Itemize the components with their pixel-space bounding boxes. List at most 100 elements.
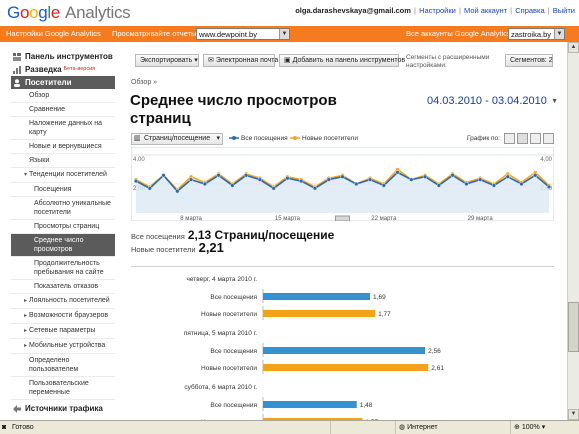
add-icon: ▣ xyxy=(284,57,291,64)
sidebar-dashboard[interactable]: Панель инструментов xyxy=(11,50,115,63)
point-all-visits xyxy=(491,183,497,188)
sidebar-intelligence[interactable]: Разведка Бета-версия xyxy=(11,63,115,76)
graph-by-week-button[interactable] xyxy=(517,133,528,144)
day-date-label: суббота, 6 марта 2010 г. xyxy=(184,383,257,391)
sidebar-items: Обзор Сравнение Наложение данных на карту Н… xyxy=(11,89,115,400)
status-segment xyxy=(330,421,390,434)
chevron-down-icon: ▾ xyxy=(541,424,546,431)
sidebar-item[interactable]: Тенденции посетителей xyxy=(11,168,115,183)
point-all-visits xyxy=(285,176,290,181)
logo-analytics-text: Analytics xyxy=(65,3,131,22)
sidebar-item[interactable]: Показатель отказов xyxy=(11,280,115,294)
scroll-up-button[interactable]: ▲ xyxy=(568,42,579,53)
chart-resize-handle[interactable] xyxy=(335,215,350,221)
segments-button[interactable]: Сегментов: 2 xyxy=(505,54,553,67)
beta-badge: Бета-версия xyxy=(63,66,96,72)
sidebar-item[interactable]: Среднее число просмотров xyxy=(11,234,115,257)
email-button[interactable]: ✉ Электронная почта xyxy=(203,54,278,67)
status-bar: ◙ Готово ◍ Интернет ⊕ 100% ▾ xyxy=(0,420,579,434)
point-all-visits xyxy=(271,186,276,191)
bar-new-visitors xyxy=(263,364,429,371)
date-range-value: 04.03.2010 - 03.04.2010 xyxy=(427,95,547,107)
sidebar-item[interactable]: Просмотры страниц xyxy=(11,220,115,234)
point-all-visits xyxy=(464,181,469,187)
metric-select[interactable]: ▥ Страниц/посещение ▾ xyxy=(131,133,223,145)
sidebar-item[interactable]: Сравнение xyxy=(11,103,115,117)
row-label: Новые посетители xyxy=(201,365,257,372)
google-analytics-logo[interactable]: Google Analytics xyxy=(7,3,131,23)
user-links: olga.darashevskaya@gmail.com | Настройки… xyxy=(295,6,575,15)
sidebar-item[interactable]: Посещения xyxy=(11,183,115,197)
analytics-settings-link[interactable]: Настройки Google Analytics xyxy=(6,29,101,38)
site-select-value: www.dewpoint.by xyxy=(199,30,257,39)
bar-all-visits xyxy=(263,401,357,408)
zoom-value: 100% xyxy=(521,424,540,431)
legend-new-visitors-marker xyxy=(290,136,300,141)
legend-all-visits-marker xyxy=(229,136,239,141)
x-tick-label: 15 марта xyxy=(275,216,301,221)
sidebar-item[interactable]: Лояльность посетителей xyxy=(11,294,115,309)
settings-link[interactable]: Настройки xyxy=(419,6,456,15)
point-all-visits xyxy=(202,181,207,187)
legend-all-visits: Все посещения xyxy=(229,135,288,142)
point-all-visits xyxy=(312,186,318,191)
zoom-icon: ⊕ xyxy=(514,424,520,431)
export-button[interactable]: Экспортировать ▾ xyxy=(135,54,199,67)
point-all-visits xyxy=(175,189,180,194)
row-label: Новые посетители xyxy=(201,311,257,318)
scrollbar[interactable]: ▲ ▼ xyxy=(567,42,579,420)
all-accounts-label: Все аккаунты Google Analytics xyxy=(406,29,511,38)
bar-value-label: 1,48 xyxy=(360,402,373,409)
sidebar-item[interactable]: Наложение данных на карту xyxy=(11,117,115,140)
graph-by-year-button[interactable] xyxy=(543,133,554,144)
my-account-link[interactable]: Мой аккаунт xyxy=(464,6,507,15)
daily-table: четверг, 4 марта 2010 г. Все посещения 1,6… xyxy=(131,266,554,428)
graph-by-day-button[interactable] xyxy=(504,133,515,144)
sidebar-item[interactable]: Мобильные устройства xyxy=(11,339,115,354)
y-axis-right-top: 4,00 xyxy=(540,157,552,163)
point-all-visits xyxy=(546,184,552,189)
sidebar-item[interactable]: Продолжительность пребывания на сайте xyxy=(11,257,115,280)
sidebar-item[interactable]: Языки xyxy=(11,154,115,168)
breadcrumb[interactable]: Обзор » xyxy=(131,79,157,86)
globe-icon: ◍ xyxy=(399,424,406,431)
point-all-visits xyxy=(133,178,139,184)
sidebar-item[interactable]: Обзор xyxy=(11,89,115,103)
bar-value-label: 1,77 xyxy=(378,311,391,318)
point-all-visits xyxy=(381,183,386,188)
site-select[interactable]: www.dewpoint.by ▼ xyxy=(196,28,290,40)
point-all-visits xyxy=(216,173,221,178)
report-toolbar: Экспортировать ▾ ✉ Электронная почта ▣ Д… xyxy=(131,54,554,69)
zoom-control[interactable]: ⊕ 100% ▾ xyxy=(510,421,566,434)
point-all-visits xyxy=(436,183,441,188)
sidebar-visitors[interactable]: Посетители xyxy=(11,76,115,89)
logout-link[interactable]: Выйти xyxy=(553,6,575,15)
date-range-picker[interactable]: 04.03.2010 - 03.04.2010 ▼ xyxy=(427,95,558,113)
sidebar-item[interactable]: Сетевые параметры xyxy=(11,324,115,339)
sidebar-item[interactable]: Абсолютно уникальные посетители xyxy=(11,197,115,220)
add-to-dashboard-label: Добавить на панель инструментов xyxy=(292,57,406,64)
point-all-visits xyxy=(326,177,331,182)
line-chart[interactable]: 4,002,004,002,008 марта15 марта22 марта2… xyxy=(131,147,554,221)
point-all-visits xyxy=(533,173,538,178)
graph-by-month-button[interactable] xyxy=(530,133,541,144)
add-to-dashboard-button[interactable]: ▣ Добавить на панель инструментов xyxy=(279,54,405,67)
sidebar-item[interactable]: Новые и вернувшиеся xyxy=(11,140,115,154)
sidebar-traffic-sources[interactable]: Источники трафика xyxy=(11,402,115,415)
scroll-down-button[interactable]: ▼ xyxy=(568,409,579,420)
bar-value-label: 2,61 xyxy=(431,365,444,372)
point-all-visits xyxy=(395,170,400,175)
sidebar-item[interactable]: Пользовательские переменные xyxy=(11,377,115,400)
day-date-label: четверг, 4 марта 2010 г. xyxy=(186,276,257,283)
help-link[interactable]: Справка xyxy=(515,6,544,15)
sidebar-item[interactable]: Возможности браузеров xyxy=(11,309,115,324)
account-select-value: zastroika.by xyxy=(511,30,552,39)
account-select[interactable]: zastroika.by ▼ xyxy=(508,28,565,40)
sidebar-dashboard-label: Панель инструментов xyxy=(25,52,113,61)
sidebar-item[interactable]: Определено пользователем xyxy=(11,354,115,377)
scrollbar-thumb[interactable] xyxy=(568,302,579,352)
bar-new-visitors xyxy=(263,310,376,317)
bar-all-visits xyxy=(263,293,371,300)
chevron-down-icon: ▾ xyxy=(194,57,198,64)
row-label: Все посещения xyxy=(210,294,257,301)
